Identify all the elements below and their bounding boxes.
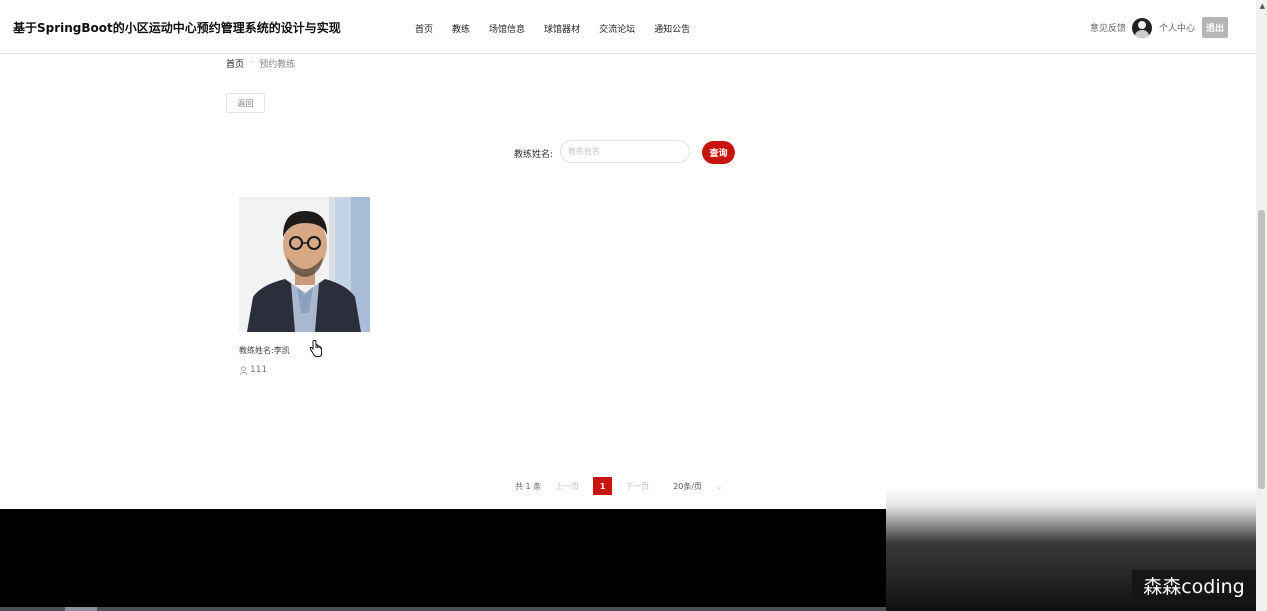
chevron-down-icon[interactable]: ⌄	[716, 482, 723, 491]
watermark: 森森coding	[1132, 570, 1256, 600]
hand-cursor-icon	[309, 340, 323, 357]
taskbar-highlight	[65, 607, 97, 611]
page-scrollbar[interactable]: ▲	[1256, 0, 1267, 611]
top-navbar: 基于SpringBoot的小区运动中心预约管理系统的设计与实现 首页 教练 场馆…	[0, 0, 1256, 54]
breadcrumb-separator: -	[250, 57, 254, 67]
nav-home[interactable]: 首页	[415, 22, 433, 35]
nav-venue-info[interactable]: 场馆信息	[489, 22, 525, 35]
main-nav: 首页 教练 场馆信息 球馆器材 交流论坛 通知公告	[415, 22, 709, 35]
page: 基于SpringBoot的小区运动中心预约管理系统的设计与实现 首页 教练 场馆…	[0, 0, 1256, 509]
nav-announcements[interactable]: 通知公告	[654, 22, 690, 35]
avatar[interactable]	[1131, 17, 1152, 38]
search-label: 教练姓名:	[514, 150, 554, 160]
coach-name: 教练姓名:李凯	[239, 346, 290, 355]
coach-count: 111	[239, 365, 267, 375]
pagination: 共 1 条 上一页 1 下一页 20条/页 ⌄	[515, 477, 723, 495]
scrollbar-thumb[interactable]	[1258, 210, 1265, 489]
back-button[interactable]: 返回	[226, 93, 265, 113]
search-button[interactable]: 查询	[702, 141, 735, 164]
pagination-total: 共 1 条	[515, 481, 542, 491]
logout-button[interactable]: 退出	[1201, 17, 1228, 38]
pagination-prev[interactable]: 上一页	[555, 481, 579, 492]
profile-link[interactable]: 个人中心	[1159, 21, 1195, 34]
feedback-link[interactable]: 意见反馈	[1090, 21, 1126, 34]
scroll-up-arrow-icon[interactable]: ▲	[1260, 2, 1265, 10]
pagination-next[interactable]: 下一页	[625, 481, 649, 492]
nav-coach[interactable]: 教练	[452, 22, 470, 35]
user-icon	[239, 366, 248, 375]
breadcrumb: 首页 - 预约教练	[226, 57, 295, 70]
coach-photo[interactable]	[239, 197, 370, 332]
breadcrumb-home[interactable]: 首页	[226, 57, 244, 70]
page-size-select[interactable]: 20条/页	[673, 481, 702, 492]
nav-equipment[interactable]: 球馆器材	[544, 22, 580, 35]
coach-name-search-input[interactable]	[560, 140, 690, 163]
coach-count-value: 111	[250, 365, 268, 375]
site-title: 基于SpringBoot的小区运动中心预约管理系统的设计与实现	[13, 21, 341, 35]
breadcrumb-current: 预约教练	[259, 60, 296, 70]
nav-forum[interactable]: 交流论坛	[599, 22, 635, 35]
pagination-page-1[interactable]: 1	[593, 477, 613, 495]
user-area: 意见反馈 个人中心 退出	[1090, 17, 1228, 38]
